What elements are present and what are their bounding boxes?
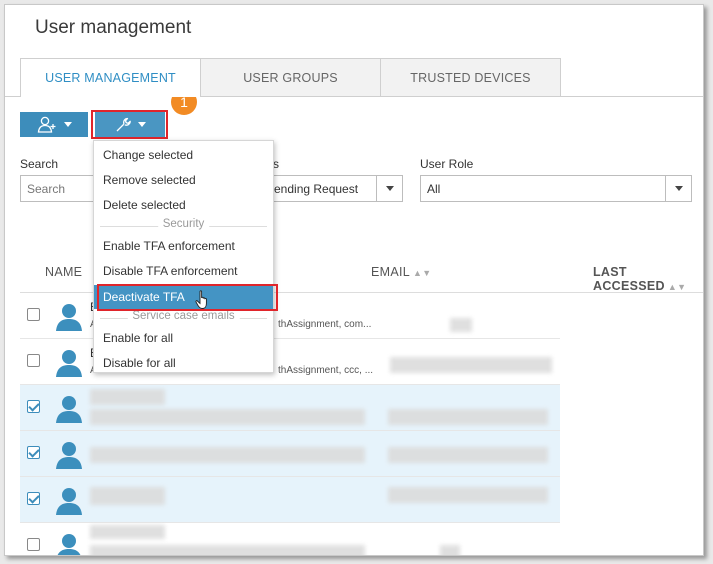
row-checkbox[interactable] (27, 538, 40, 551)
hand-cursor-icon (195, 290, 207, 309)
chevron-down-icon (376, 176, 402, 201)
tab-bar: USER MANAGEMENT USER GROUPS TRUSTED DEVI… (20, 58, 561, 97)
menu-item-change-selected[interactable]: Change selected (94, 143, 273, 167)
row-checkbox-checked[interactable] (27, 400, 40, 413)
redacted-email (388, 487, 548, 503)
menu-section-security: Security (94, 218, 273, 233)
status-select[interactable]: ending Request (267, 175, 403, 202)
user-avatar-icon (56, 304, 82, 331)
redacted-email (388, 447, 548, 463)
redacted-roles (90, 409, 365, 425)
search-placeholder: Search (27, 181, 66, 196)
tab-trusted-devices[interactable]: TRUSTED DEVICES (380, 58, 561, 96)
redacted-email (390, 357, 552, 373)
user-role-select-value: All (427, 181, 441, 196)
menu-item-enable-for-all[interactable]: Enable for all (94, 326, 273, 350)
app-window: User management USER MANAGEMENT USER GRO… (4, 4, 704, 556)
user-roles-text: thAssignment, com... (278, 319, 372, 330)
table-row-selected[interactable] (20, 477, 560, 523)
redacted-roles (90, 545, 365, 555)
user-role-select[interactable]: All (420, 175, 692, 202)
column-header-last-accessed[interactable]: LAST ACCESSED ▲▼ (593, 265, 703, 293)
redacted-name (90, 487, 165, 505)
table-row-selected[interactable] (20, 431, 560, 477)
row-checkbox[interactable] (27, 354, 40, 367)
tab-user-management[interactable]: USER MANAGEMENT (20, 58, 201, 97)
menu-item-disable-tfa[interactable]: Disable TFA enforcement (94, 259, 273, 283)
user-avatar-icon (56, 442, 82, 469)
tools-button-highlight (91, 110, 168, 139)
user-avatar-icon (56, 350, 82, 377)
user-avatar-icon (56, 396, 82, 423)
page-title: User management (35, 17, 192, 38)
row-checkbox[interactable] (27, 308, 40, 321)
redacted-name (90, 525, 165, 539)
redacted-email (450, 318, 472, 332)
add-user-button[interactable] (20, 112, 88, 137)
menu-section-service-emails: Service case emails (94, 310, 273, 325)
row-checkbox-checked[interactable] (27, 446, 40, 459)
menu-item-remove-selected[interactable]: Remove selected (94, 168, 273, 192)
menu-item-enable-tfa[interactable]: Enable TFA enforcement (94, 234, 273, 258)
add-user-icon (37, 116, 56, 133)
redacted-name (90, 389, 165, 405)
user-avatar-icon (56, 488, 82, 515)
column-header-name[interactable]: NAME (45, 265, 82, 279)
chevron-down-icon (64, 122, 72, 127)
menu-item-disable-for-all[interactable]: Disable for all (94, 351, 273, 375)
status-select-value: ending Request (274, 181, 359, 196)
search-label: Search (20, 157, 59, 171)
search-input[interactable]: Search (20, 175, 95, 202)
menu-item-delete-selected[interactable]: Delete selected (94, 193, 273, 217)
redacted-email (388, 409, 548, 425)
deactivate-tfa-highlight (97, 284, 278, 311)
sort-icon: ▲▼ (667, 282, 687, 292)
column-header-email[interactable]: EMAIL ▲▼ (371, 265, 431, 279)
user-role-label: User Role (420, 157, 474, 171)
user-roles-text: thAssignment, ccc, ... (278, 365, 374, 376)
row-checkbox-checked[interactable] (27, 492, 40, 505)
table-row[interactable] (20, 523, 560, 555)
sort-icon: ▲▼ (413, 268, 432, 278)
user-avatar-icon (57, 534, 81, 555)
redacted-email (440, 545, 460, 555)
tools-dropdown-menu: Change selected Remove selected Delete s… (93, 140, 274, 373)
tab-user-groups[interactable]: USER GROUPS (200, 58, 381, 96)
table-row-selected[interactable] (20, 385, 560, 431)
chevron-down-icon (665, 176, 691, 201)
redacted-name (90, 447, 365, 463)
